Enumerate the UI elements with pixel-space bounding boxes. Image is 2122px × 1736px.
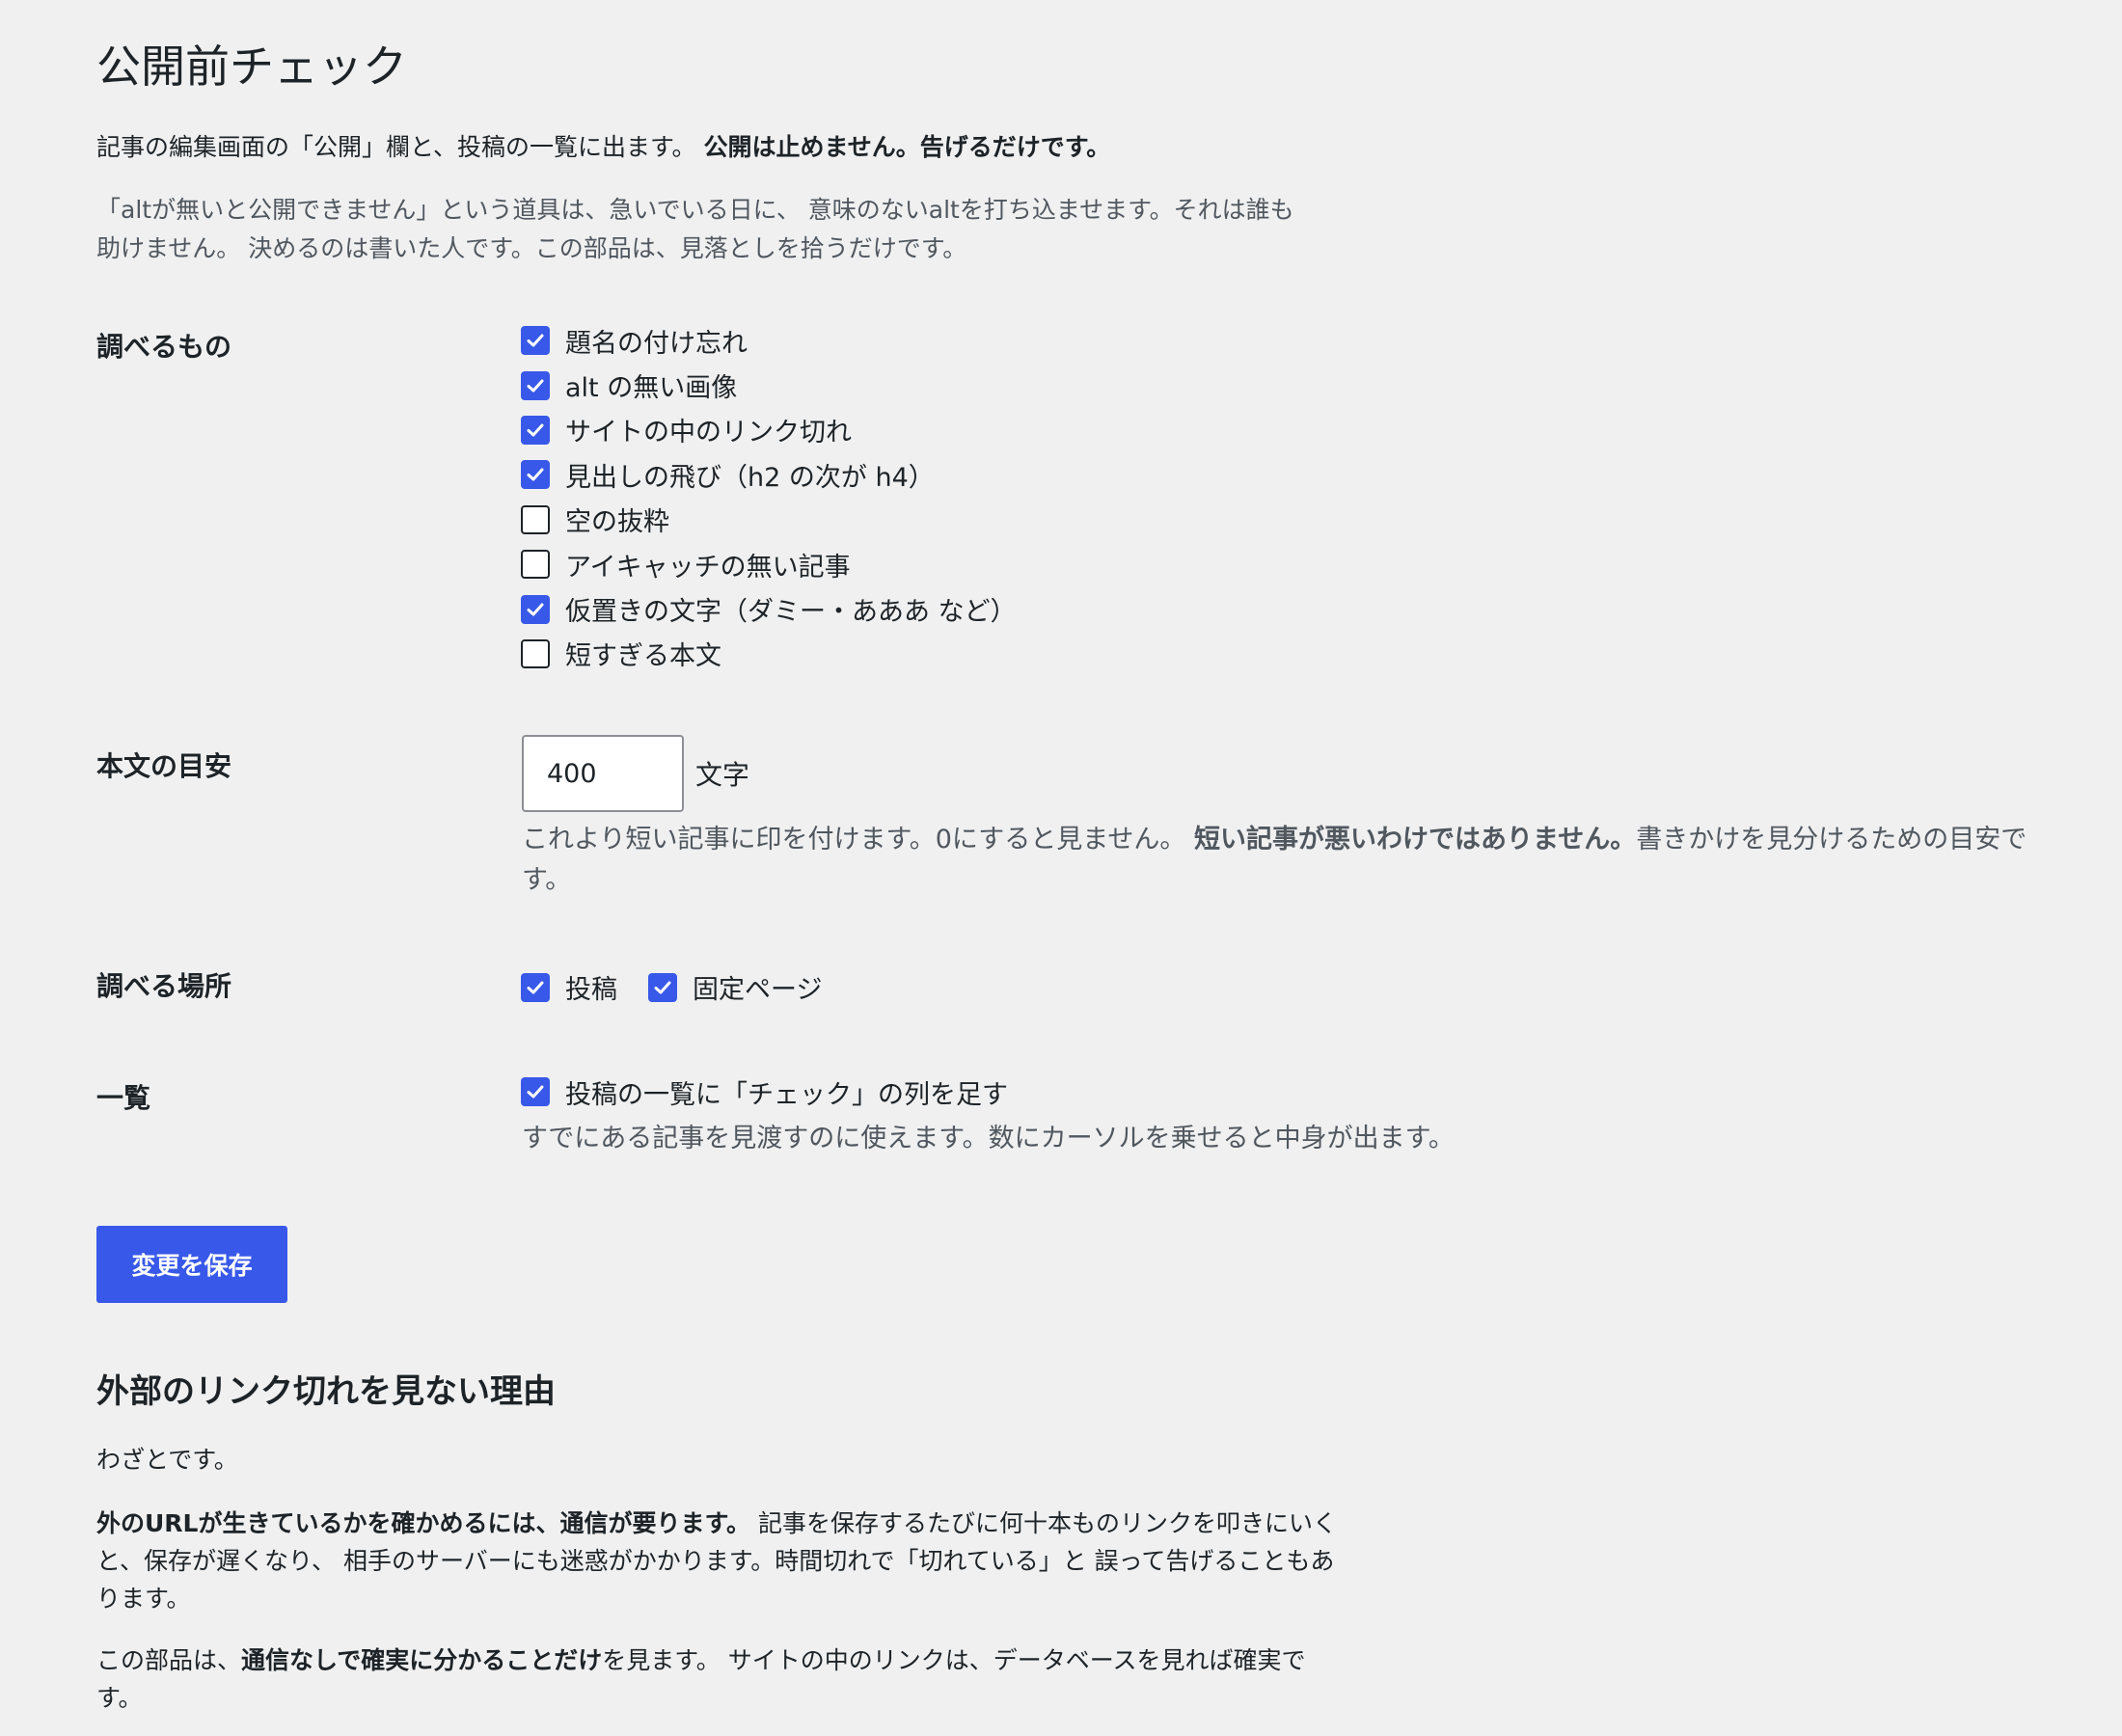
check-item-label: 短すぎる本文 <box>565 641 721 672</box>
checkmark-icon <box>527 603 544 616</box>
external-para-1: わざとです。 <box>96 1446 238 1474</box>
check-item-label: 題名の付け忘れ <box>565 328 748 359</box>
checkbox[interactable] <box>521 504 550 534</box>
length-help-pre: これより短い記事に印を付けます。0にすると見ません。 <box>522 825 1186 854</box>
checks-list: 題名の付け忘れ alt の無い画像 サイトの中のリンク切れ 見出しの飛び（h2 … <box>521 318 1017 676</box>
scope-item-posts[interactable]: 投稿 <box>521 968 617 1006</box>
settings-page: 公開前チェック 記事の編集画面の「公開」欄と、投稿の一覧に出ます。 公開は止めま… <box>0 0 2122 1736</box>
checkmark-icon <box>527 334 544 347</box>
checkbox[interactable] <box>521 594 550 624</box>
scope-item-pages[interactable]: 固定ページ <box>648 968 822 1006</box>
list-help: すでにある記事を見渡すのに使えます。数にカーソルを乗せると中身が出ます。 <box>522 1124 1455 1153</box>
scope-item-label: 固定ページ <box>693 975 823 1005</box>
checkbox[interactable] <box>521 370 550 400</box>
intro-text-main: 記事の編集画面の「公開」欄と、投稿の一覧に出ます。 <box>96 133 696 161</box>
checkbox[interactable] <box>521 1077 550 1107</box>
checkmark-icon <box>527 423 544 437</box>
checkmark-icon <box>527 468 544 481</box>
checks-label: 調べるもの <box>96 331 232 363</box>
check-item-alt[interactable]: alt の無い画像 <box>521 363 1017 407</box>
list-column-option[interactable]: 投稿の一覧に「チェック」の列を足す <box>521 1070 1008 1114</box>
scope-item-label: 投稿 <box>565 975 617 1005</box>
checkmark-icon <box>654 981 671 993</box>
external-para-3-pre: この部品は、 <box>96 1646 242 1674</box>
checkbox[interactable] <box>521 460 550 490</box>
checkbox[interactable] <box>521 638 550 668</box>
length-help: これより短い記事に印を付けます。0にすると見ません。 短い記事が悪いわけではあり… <box>522 820 2065 901</box>
check-item-label: 空の抜粋 <box>565 507 669 538</box>
checkbox[interactable] <box>521 415 550 445</box>
check-item-label: 見出しの飛び（h2 の次が h4） <box>565 462 935 493</box>
external-para-2: 外のURLが生きているかを確かめるには、通信が要ります。 記事を保存するたびに何… <box>96 1505 1341 1617</box>
check-item-title[interactable]: 題名の付け忘れ <box>521 318 1017 363</box>
section-title: 外部のリンク切れを見ない理由 <box>96 1372 556 1411</box>
scope-checks: 投稿 固定ページ <box>521 968 853 1006</box>
external-para-3: この部品は、通信なしで確実に分かることだけを見ます。 サイトの中のリンクは、デー… <box>96 1641 1341 1717</box>
check-item-label: アイキャッチの無い記事 <box>565 552 851 583</box>
external-para-3-strong: 通信なしで確実に分かることだけ <box>241 1646 603 1674</box>
intro-text-strong: 公開は止めません。告げるだけです。 <box>703 133 1111 161</box>
check-item-placeholder-text[interactable]: 仮置きの文字（ダミー・あああ など） <box>521 586 1017 631</box>
checkbox[interactable] <box>521 972 550 1002</box>
list-label: 一覧 <box>96 1082 151 1114</box>
checkmark-icon <box>527 981 544 993</box>
external-para-2-strong: 外のURLが生きているかを確かめるには、通信が要ります。 <box>96 1509 750 1537</box>
length-field: 文字 <box>522 735 749 812</box>
checkbox[interactable] <box>521 326 550 356</box>
check-item-internal-links[interactable]: サイトの中のリンク切れ <box>521 408 1017 452</box>
scope-label: 調べる場所 <box>96 970 232 1002</box>
check-item-short-body[interactable]: 短すぎる本文 <box>521 632 1017 676</box>
checkmark-icon <box>527 1085 544 1099</box>
save-button[interactable]: 変更を保存 <box>96 1226 287 1303</box>
intro-text: 記事の編集画面の「公開」欄と、投稿の一覧に出ます。 公開は止めません。告げるだけ… <box>96 130 1110 165</box>
check-item-heading-skip[interactable]: 見出しの飛び（h2 の次が h4） <box>521 452 1017 497</box>
length-unit: 文字 <box>695 759 750 791</box>
intro-note: 「altが無いと公開できません」という道具は、急いでいる日に、 意味のないalt… <box>96 196 1294 262</box>
check-item-featured-image[interactable]: アイキャッチの無い記事 <box>521 542 1017 586</box>
check-item-label: alt の無い画像 <box>565 373 738 404</box>
checkbox[interactable] <box>648 972 677 1002</box>
check-item-empty-excerpt[interactable]: 空の抜粋 <box>521 498 1017 542</box>
length-help-strong: 短い記事が悪いわけではありません。 <box>1194 825 1637 854</box>
check-item-label: 仮置きの文字（ダミー・あああ など） <box>565 597 1017 628</box>
min-length-input[interactable] <box>522 735 684 812</box>
length-label: 本文の目安 <box>96 750 232 782</box>
check-item-label: サイトの中のリンク切れ <box>565 418 852 448</box>
page-title: 公開前チェック <box>96 41 407 93</box>
checkbox[interactable] <box>521 550 550 580</box>
checkmark-icon <box>527 379 544 393</box>
list-column-label: 投稿の一覧に「チェック」の列を足す <box>565 1079 1008 1110</box>
